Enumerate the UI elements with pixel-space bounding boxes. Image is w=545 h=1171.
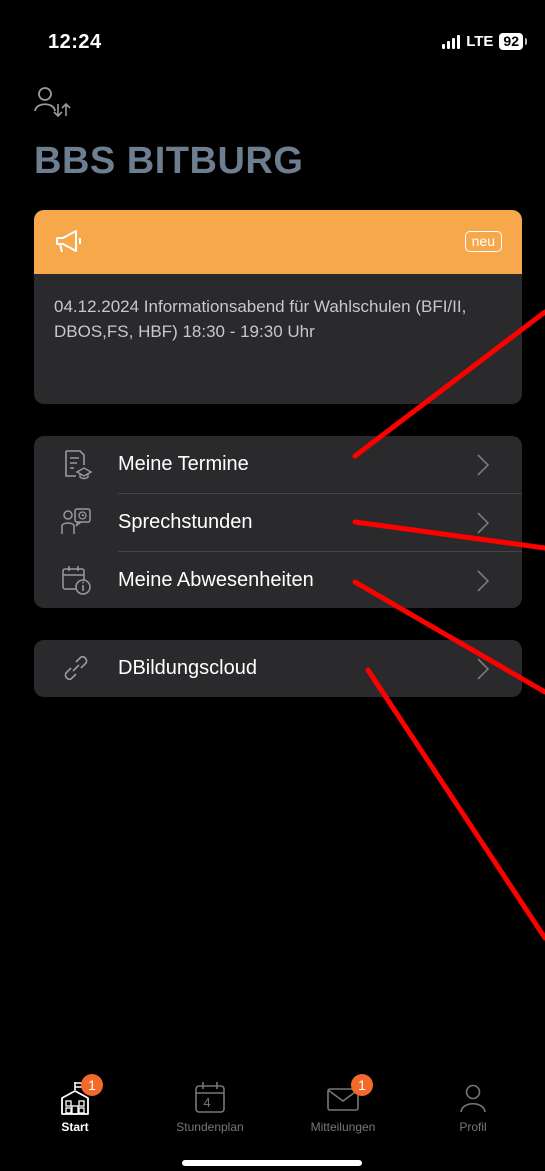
absence-calendar-icon (62, 566, 91, 595)
consultation-icon (61, 508, 91, 534)
chevron-right-icon (477, 658, 490, 680)
tab-label: Start (61, 1120, 89, 1134)
home-indicator[interactable] (182, 1160, 362, 1166)
announcement-card[interactable]: neu 04.12.2024 Informationsabend für Wah… (34, 210, 522, 404)
chevron-right-icon (477, 570, 490, 592)
page-title: BBS BITBURG (34, 140, 304, 182)
battery-icon: 92 (499, 33, 527, 50)
tab-label: Profil (459, 1120, 487, 1134)
tab-bar: 1 Start 4 Stundenplan 1 Mitteilungen Pro… (0, 1074, 545, 1160)
tab-label: Mitteilungen (310, 1120, 376, 1134)
tab-mitteilungen[interactable]: 1 Mitteilungen (288, 1074, 398, 1134)
new-badge: neu (464, 231, 502, 252)
tab-label: Stundenplan (176, 1120, 244, 1134)
signal-icon (442, 34, 461, 49)
menu-item-sprechstunden[interactable]: Sprechstunden (34, 494, 522, 551)
announcement-text: 04.12.2024 Informationsabend für Wahlsch… (54, 297, 467, 341)
tab-stundenplan[interactable]: 4 Stundenplan (155, 1080, 265, 1134)
network-label: LTE (466, 33, 494, 50)
menu-item-label: Sprechstunden (118, 511, 253, 533)
announcement-header: neu (34, 210, 522, 274)
status-indicators: LTE 92 (442, 33, 527, 50)
menu-item-label: DBildungscloud (118, 657, 257, 679)
menu-item-meine-termine[interactable]: Meine Termine (34, 436, 522, 493)
menu-item-label: Meine Abwesenheiten (118, 569, 314, 591)
chevron-right-icon (477, 512, 490, 534)
link-icon (64, 656, 88, 680)
tab-start[interactable]: 1 Start (20, 1074, 130, 1134)
chevron-right-icon (477, 454, 490, 476)
megaphone-icon (56, 230, 81, 253)
menu-item-label: Meine Termine (118, 453, 249, 475)
person-icon (460, 1084, 486, 1113)
status-time: 12:24 (48, 31, 102, 53)
menu-item-dbildungscloud[interactable]: DBildungscloud (34, 640, 522, 697)
calendar-document-icon (65, 450, 92, 480)
menu-list: Meine Termine Sprechstunden Meine Abwese… (34, 436, 522, 608)
switch-user-icon[interactable] (34, 84, 74, 122)
notification-badge: 1 (81, 1074, 103, 1096)
tab-profil[interactable]: Profil (418, 1080, 528, 1134)
menu-item-meine-abwesenheiten[interactable]: Meine Abwesenheiten (34, 552, 522, 609)
notification-badge: 1 (351, 1074, 373, 1096)
calendar-day: 4 (203, 1095, 211, 1110)
